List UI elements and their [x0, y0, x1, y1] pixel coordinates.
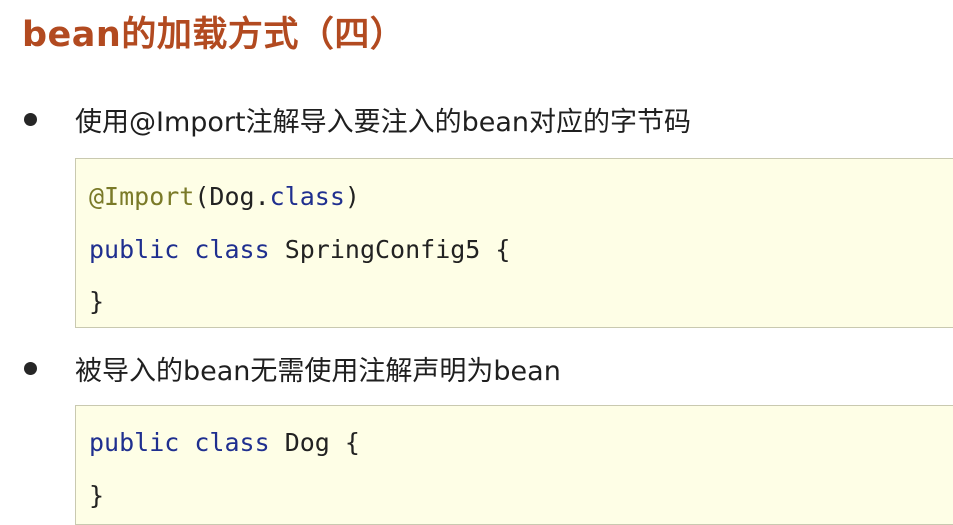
code-line-closing-brace: }: [89, 481, 105, 510]
code-line-class-declaration: public class SpringConfig5 {: [89, 234, 510, 266]
code-line-closing-brace: }: [89, 287, 105, 316]
code-text: SpringConfig5 {: [269, 235, 511, 264]
page-title: bean的加载方式（四）: [22, 15, 406, 55]
code-keyword-class: class: [269, 182, 345, 211]
code-text: Dog {: [269, 428, 360, 457]
bullet-item-1: 使用@Import注解导入要注入的bean对应的字节码: [24, 100, 691, 139]
code-keyword-public: public: [89, 235, 180, 264]
code-keyword-class: class: [194, 235, 270, 264]
code-text: (Dog.: [194, 182, 270, 211]
bullet-text-2: 被导入的bean无需使用注解声明为bean: [75, 356, 561, 387]
code-block-dog: public class Dog { }: [75, 405, 953, 525]
bullet-dot-icon: [24, 362, 37, 375]
code-line-import: @Import(Dog.class): [89, 181, 360, 213]
code-annotation-import: @Import: [89, 182, 195, 211]
code-text: ): [344, 182, 360, 211]
bullet-dot-icon: [24, 113, 37, 126]
bullet-text-1: 使用@Import注解导入要注入的bean对应的字节码: [75, 107, 692, 138]
code-keyword-class: class: [194, 428, 270, 457]
code-block-spring-config: @Import(Dog.class) public class SpringCo…: [75, 158, 953, 328]
bullet-item-2: 被导入的bean无需使用注解声明为bean: [24, 349, 561, 388]
code-keyword-public: public: [89, 428, 180, 457]
code-line-class-declaration: public class Dog {: [89, 427, 360, 459]
